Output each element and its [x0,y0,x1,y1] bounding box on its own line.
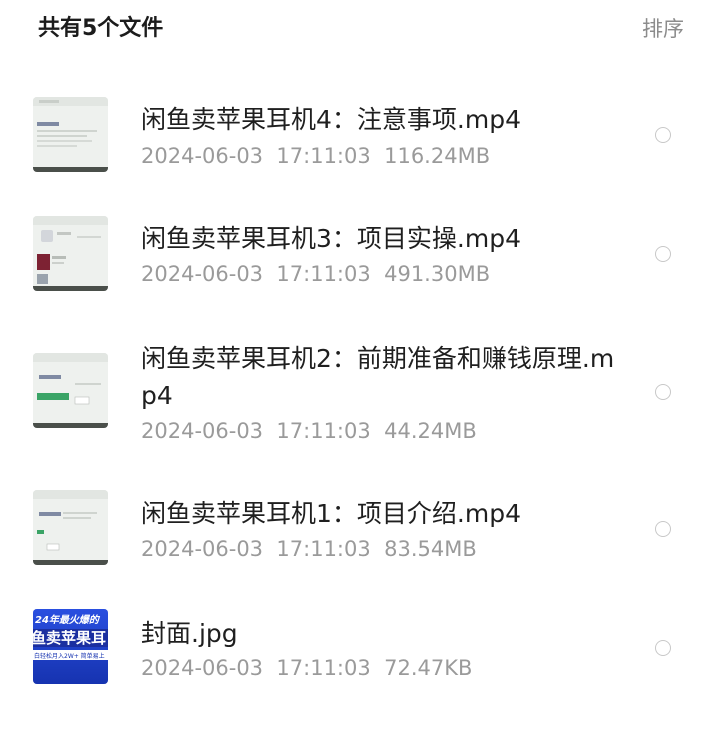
header: 共有5个文件 排序 [0,0,712,60]
sort-button[interactable]: 排序 [642,12,684,46]
select-radio[interactable] [655,384,671,400]
file-date: 2024-06-03 [141,419,264,443]
select-radio[interactable] [655,521,671,537]
file-time: 17:11:03 [276,537,371,561]
file-size: 83.54MB [384,537,477,561]
video-thumbnail [33,216,108,291]
file-meta: 2024-06-03 17:11:03 72.47KB [141,653,472,683]
file-size: 116.24MB [384,144,491,168]
file-time: 17:11:03 [276,419,371,443]
file-time: 17:11:03 [276,656,371,680]
file-size: 72.47KB [384,656,473,680]
select-radio[interactable] [655,246,671,262]
file-size: 491.30MB [384,262,491,286]
file-time: 17:11:03 [276,262,371,286]
file-count-title: 共有5个文件 [38,16,164,41]
file-date: 2024-06-03 [141,656,264,680]
file-time: 17:11:03 [276,144,371,168]
video-thumbnail [33,97,108,172]
cover-text-line3: 白轻松月入2W+ 简单易上 [34,652,105,660]
video-thumbnail [33,353,108,428]
select-radio[interactable] [655,640,671,656]
file-size: 44.24MB [384,419,477,443]
file-name: 闲鱼卖苹果耳机4：注意事项.mp4 [141,105,521,134]
file-date: 2024-06-03 [141,144,264,168]
file-meta: 2024-06-03 17:11:03 116.24MB [141,141,490,171]
file-date: 2024-06-03 [141,262,264,286]
file-item-1[interactable]: 闲鱼卖苹果耳机1：项目介绍.mp4 2024-06-03 17:11:03 83… [0,490,712,570]
file-date: 2024-06-03 [141,537,264,561]
file-item-4[interactable]: 闲鱼卖苹果耳机4：注意事项.mp4 2024-06-03 17:11:03 11… [0,96,712,176]
cover-text-line2: 鱼卖苹果耳 [33,629,106,647]
file-name: 封面.jpg [141,619,238,648]
video-thumbnail [33,490,108,565]
file-item-2[interactable]: 闲鱼卖苹果耳机2：前期准备和赚钱原理.mp4 2024-06-03 17:11:… [0,335,712,445]
file-name: 闲鱼卖苹果耳机3：项目实操.mp4 [141,224,521,253]
cover-text-line1: 24年最火爆的 [35,614,101,626]
image-thumbnail: 24年最火爆的 鱼卖苹果耳 白轻松月入2W+ 简单易上 [33,609,108,684]
file-meta: 2024-06-03 17:11:03 83.54MB [141,534,477,564]
file-name: 闲鱼卖苹果耳机2：前期准备和赚钱原理.mp4 [141,344,615,410]
file-meta: 2024-06-03 17:11:03 44.24MB [141,416,477,446]
file-meta: 2024-06-03 17:11:03 491.30MB [141,259,490,289]
file-name: 闲鱼卖苹果耳机1：项目介绍.mp4 [141,499,521,528]
file-item-3[interactable]: 闲鱼卖苹果耳机3：项目实操.mp4 2024-06-03 17:11:03 49… [0,215,712,295]
file-item-cover[interactable]: 24年最火爆的 鱼卖苹果耳 白轻松月入2W+ 简单易上 封面.jpg 2024-… [0,609,712,689]
select-radio[interactable] [655,127,671,143]
